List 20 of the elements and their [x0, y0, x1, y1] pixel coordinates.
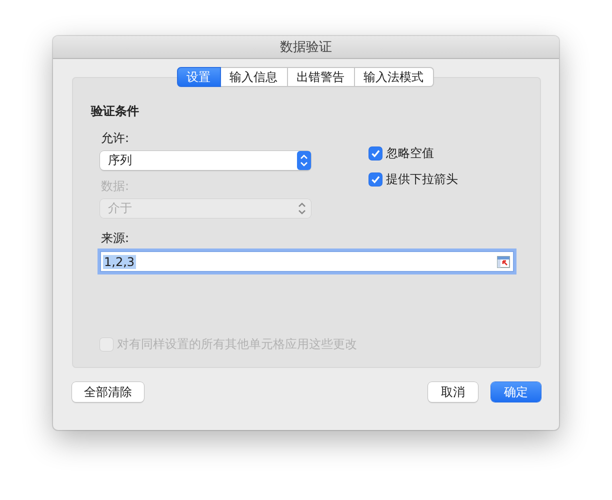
checkbox-label: 忽略空值 [386, 144, 434, 162]
dropdown[interactable]: 序列 [100, 151, 311, 170]
dialog-button[interactable]: 全部清除 [72, 382, 144, 402]
checkbox-label: 提供下拉箭头 [386, 170, 458, 188]
tab[interactable]: 输入法模式 [354, 67, 434, 87]
checkbox[interactable] [369, 146, 382, 160]
stepper-icon [297, 151, 311, 170]
field-label: 来源: [100, 230, 130, 245]
tab[interactable]: 输入信息 [220, 67, 288, 87]
tab[interactable]: 出错警告 [288, 67, 354, 87]
section-title: 验证条件 [91, 103, 140, 119]
dropdown: 介于 [100, 199, 311, 218]
checkbox[interactable] [369, 172, 382, 186]
dialog-button[interactable]: 取消 [428, 382, 478, 402]
range-picker-icon[interactable] [497, 256, 510, 268]
window-title: 数据验证 [280, 39, 332, 56]
tab[interactable]: 设置 [176, 67, 220, 87]
source-field[interactable]: 1,2,3 [100, 251, 514, 272]
field-label: 允许: [100, 130, 130, 145]
dialog-button[interactable]: 确定 [491, 382, 541, 402]
